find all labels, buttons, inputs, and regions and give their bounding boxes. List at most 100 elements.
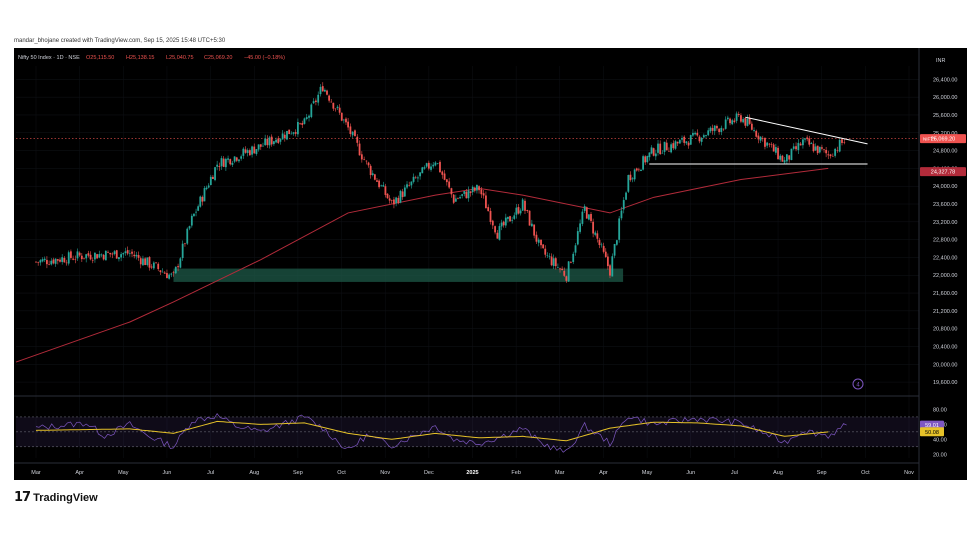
candle-body xyxy=(654,153,657,157)
candle-body xyxy=(354,130,356,137)
candle-body xyxy=(315,100,317,103)
candle-body xyxy=(661,152,664,154)
candle-body xyxy=(37,261,40,263)
price-chart[interactable]: 26,400.0026,000.0025,600.0025,200.0024,8… xyxy=(14,48,967,480)
candle-body xyxy=(646,156,649,163)
candle-body xyxy=(665,142,668,151)
candle-body xyxy=(85,254,88,259)
candle-body xyxy=(100,254,103,256)
candle-body xyxy=(546,255,549,256)
rsi-tick-label: 40.00 xyxy=(933,437,947,443)
candle-body xyxy=(179,258,182,268)
candle-body xyxy=(700,137,703,142)
time-tick-label: Nov xyxy=(904,470,914,476)
candle-body xyxy=(172,272,175,273)
candle-body xyxy=(412,176,415,182)
candle-body xyxy=(513,215,516,219)
candle-body xyxy=(113,251,116,255)
time-tick-label: May xyxy=(642,470,653,476)
candle-body xyxy=(326,90,328,95)
time-tick-label: Nov xyxy=(380,470,390,476)
candle-body xyxy=(834,148,837,156)
candle-body xyxy=(297,122,299,135)
candle-body xyxy=(795,146,797,150)
price-tick-label: 24,000.00 xyxy=(933,184,957,190)
candle-body xyxy=(139,258,142,265)
time-tick-label: Apr xyxy=(599,470,608,476)
candle-body xyxy=(611,256,614,277)
candle-body xyxy=(574,245,577,253)
candle-body xyxy=(78,252,81,256)
candle-body xyxy=(414,177,417,179)
candle-body xyxy=(620,210,623,219)
candle-body xyxy=(251,146,253,155)
candle-body xyxy=(583,206,586,211)
candle-body xyxy=(764,137,766,147)
candle-body xyxy=(777,147,779,160)
rsi-ma-value-badge: 50.08 xyxy=(925,430,939,436)
candle-body xyxy=(598,239,601,246)
tradingview-logo[interactable]: 17 TradingView xyxy=(14,490,98,505)
candle-body xyxy=(779,155,782,160)
candle-body xyxy=(785,154,788,162)
candle-body xyxy=(478,186,480,191)
candle-body xyxy=(753,129,755,131)
candle-body xyxy=(401,191,404,198)
candle-body xyxy=(672,143,675,149)
candle-body xyxy=(724,119,727,129)
candle-body xyxy=(229,159,232,165)
candle-body xyxy=(633,169,636,180)
candle-body xyxy=(212,176,214,180)
candle-body xyxy=(524,200,526,211)
candle-body xyxy=(436,163,439,164)
candle-body xyxy=(270,136,273,145)
candle-body xyxy=(54,258,57,264)
demand-zone xyxy=(173,268,624,282)
candle-body xyxy=(802,139,804,146)
price-tick-label: 20,400.00 xyxy=(933,344,957,350)
time-tick-label: Dec xyxy=(424,470,434,476)
candle-body xyxy=(367,162,370,166)
price-tick-label: 25,600.00 xyxy=(933,113,957,119)
candle-body xyxy=(201,196,204,202)
candle-body xyxy=(471,186,474,193)
currency-label: INR xyxy=(936,58,946,64)
candle-body xyxy=(496,232,499,239)
candle-body xyxy=(205,187,208,190)
candle-body xyxy=(157,263,160,270)
legend-symbol: Nifty 50 Index · 1D · NSE xyxy=(18,55,80,61)
candle-body xyxy=(770,144,773,145)
candle-body xyxy=(841,139,843,143)
candle-body xyxy=(242,148,245,156)
candle-body xyxy=(214,167,216,181)
time-tick-label: Feb xyxy=(511,470,520,476)
candle-body xyxy=(345,118,347,123)
legend-close: C25,069.20 xyxy=(204,55,232,61)
candle-body xyxy=(441,171,444,175)
alert-icon[interactable]: 4 xyxy=(852,378,864,390)
candle-body xyxy=(687,142,690,146)
candle-body xyxy=(193,213,195,217)
rsi-panel xyxy=(16,412,919,453)
price-tick-label: 26,000.00 xyxy=(933,95,957,101)
candle-body xyxy=(733,120,736,123)
candle-body xyxy=(757,135,760,140)
candle-body xyxy=(268,137,271,146)
candle-body xyxy=(67,252,70,264)
legend-low: L25,040.75 xyxy=(166,55,194,61)
candle-body xyxy=(395,197,398,204)
candle-body xyxy=(128,253,131,254)
candle-body xyxy=(473,187,476,191)
candle-body xyxy=(177,266,179,268)
candle-body xyxy=(328,95,331,101)
candle-body xyxy=(627,175,630,192)
candle-body xyxy=(122,252,125,255)
candle-body xyxy=(334,108,337,110)
candle-body xyxy=(279,139,282,142)
candle-body xyxy=(340,112,343,121)
candle-body xyxy=(356,136,359,143)
candle-body xyxy=(181,243,184,259)
price-tick-label: 26,400.00 xyxy=(933,77,957,83)
candle-body xyxy=(810,143,813,145)
candle-body xyxy=(184,243,186,245)
